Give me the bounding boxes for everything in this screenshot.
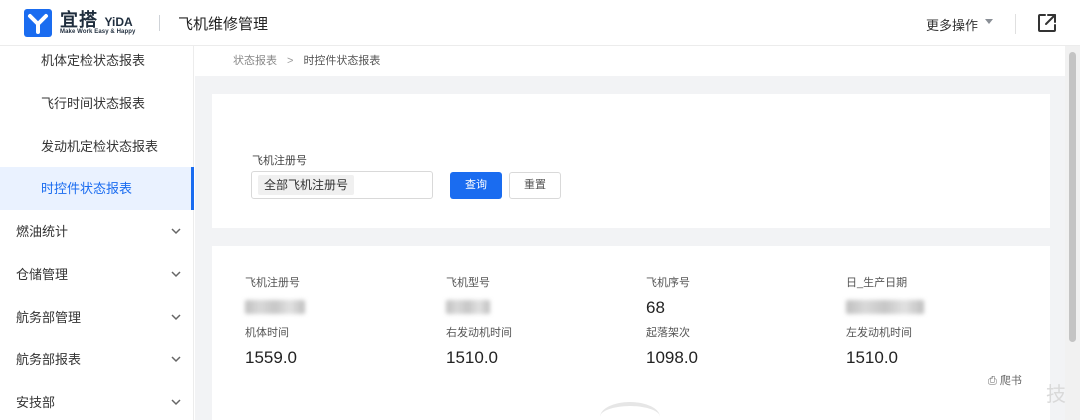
sidebar-item-flight-time[interactable]: 飞行时间状态报表 (0, 82, 194, 125)
info-label: 起落架次 (646, 327, 690, 339)
brand: 宜搭 YiDA Make Work Easy & Happy (60, 6, 136, 35)
more-operations-menu[interactable]: 更多操作 (926, 15, 978, 34)
sidebar-item-airframe-inspection[interactable]: 机体定检状态报表 (0, 39, 194, 82)
sidebar-group-safety-tech[interactable]: 安技部 (0, 381, 194, 420)
info-label: 机体时间 (245, 327, 289, 339)
info-value: 68 (646, 298, 665, 317)
breadcrumb: 状态报表 > 时控件状态报表 (195, 46, 1065, 76)
sidebar-group-flight-ops-mgmt[interactable]: 航务部管理 (0, 296, 194, 339)
sidebar-group-label: 航务部报表 (16, 352, 82, 367)
info-left-engine-time: 左发动机时间 1510.0 (846, 324, 912, 368)
chevron-down-icon (171, 228, 181, 235)
caret-down-icon[interactable] (985, 19, 993, 24)
chevron-down-icon (171, 271, 181, 278)
watermark-glyph: 技 (1046, 384, 1066, 406)
sidebar-group-label: 航务部管理 (16, 310, 82, 325)
info-label: 日_生产日期 (846, 277, 908, 289)
redacted-value (446, 300, 490, 314)
info-serial-number: 飞机序号 68 (646, 274, 690, 318)
watermark-text: 爬书 (999, 375, 1022, 387)
info-registration: 飞机注册号 (245, 274, 305, 319)
chevron-down-icon (171, 314, 181, 321)
sidebar-group-label: 仓储管理 (16, 267, 69, 282)
sidebar-nav: 机体定检状态报表 飞行时间状态报表 发动机定检状态报表 时控件状态报表 燃油统计… (0, 46, 194, 420)
sidebar-group-flight-ops-reports[interactable]: 航务部报表 (0, 338, 194, 381)
page-scrollbar[interactable] (1065, 46, 1080, 420)
info-right-engine-time: 右发动机时间 1510.0 (446, 324, 512, 368)
chevron-down-icon (171, 356, 181, 363)
redacted-value (846, 300, 924, 314)
brand-name-cn: 宜搭 (60, 10, 98, 30)
info-value: 1510.0 (446, 348, 498, 367)
info-value: 1098.0 (646, 348, 698, 367)
open-external-icon[interactable] (1036, 12, 1058, 34)
info-airframe-time: 机体时间 1559.0 (245, 324, 297, 368)
breadcrumb-parent[interactable]: 状态报表 (233, 55, 277, 67)
brand-name-en: YiDA (104, 15, 133, 29)
redacted-value (245, 300, 305, 314)
brand-slogan: Make Work Easy & Happy (60, 29, 136, 35)
header-divider-right (1015, 14, 1016, 34)
yida-logo-icon (24, 9, 52, 37)
info-value: 1510.0 (846, 348, 898, 367)
info-value: 1559.0 (245, 348, 297, 367)
sidebar-group-warehouse[interactable]: 仓储管理 (0, 253, 194, 296)
info-production-date: 日_生产日期 (846, 274, 924, 319)
registration-field-label: 飞机注册号 (252, 155, 307, 167)
query-card: 飞机注册号 全部飞机注册号 查询 重置 (212, 94, 1050, 228)
scrollbar-thumb[interactable] (1069, 52, 1076, 342)
info-label: 飞机注册号 (245, 277, 300, 289)
registration-tag[interactable]: 全部飞机注册号 (258, 175, 355, 195)
info-label: 右发动机时间 (446, 327, 512, 339)
sidebar-group-fuel-stats[interactable]: 燃油统计 (0, 210, 194, 253)
aircraft-info-card: 飞机注册号 飞机型号 飞机序号 68 日_生产日期 机体时间 1559.0 右发… (212, 246, 1050, 420)
watermark-icon: ⎙ (988, 375, 997, 387)
breadcrumb-separator: > (287, 55, 294, 67)
info-label: 飞机序号 (646, 277, 690, 289)
header-divider (159, 15, 160, 31)
app-title: 飞机维修管理 (178, 16, 269, 33)
info-aircraft-model: 飞机型号 (446, 274, 490, 319)
chevron-down-icon (171, 399, 181, 406)
info-label: 飞机型号 (446, 277, 490, 289)
sidebar-group-label: 燃油统计 (16, 224, 69, 239)
info-landing-cycles: 起落架次 1098.0 (646, 324, 698, 368)
watermark: ⎙ 爬书 (988, 372, 1022, 388)
main-content: 状态报表 > 时控件状态报表 飞机注册号 全部飞机注册号 查询 重置 飞机注册号 飞… (195, 46, 1065, 420)
query-button[interactable]: 查询 (450, 172, 502, 199)
sidebar-item-engine-inspection[interactable]: 发动机定检状态报表 (0, 125, 194, 168)
sidebar-group-label: 安技部 (16, 395, 56, 410)
registration-select[interactable]: 全部飞机注册号 (251, 171, 433, 199)
sidebar-item-time-controlled-parts[interactable]: 时控件状态报表 (0, 167, 194, 210)
breadcrumb-current: 时控件状态报表 (303, 55, 381, 67)
reset-button[interactable]: 重置 (509, 172, 561, 199)
info-label: 左发动机时间 (846, 327, 912, 339)
